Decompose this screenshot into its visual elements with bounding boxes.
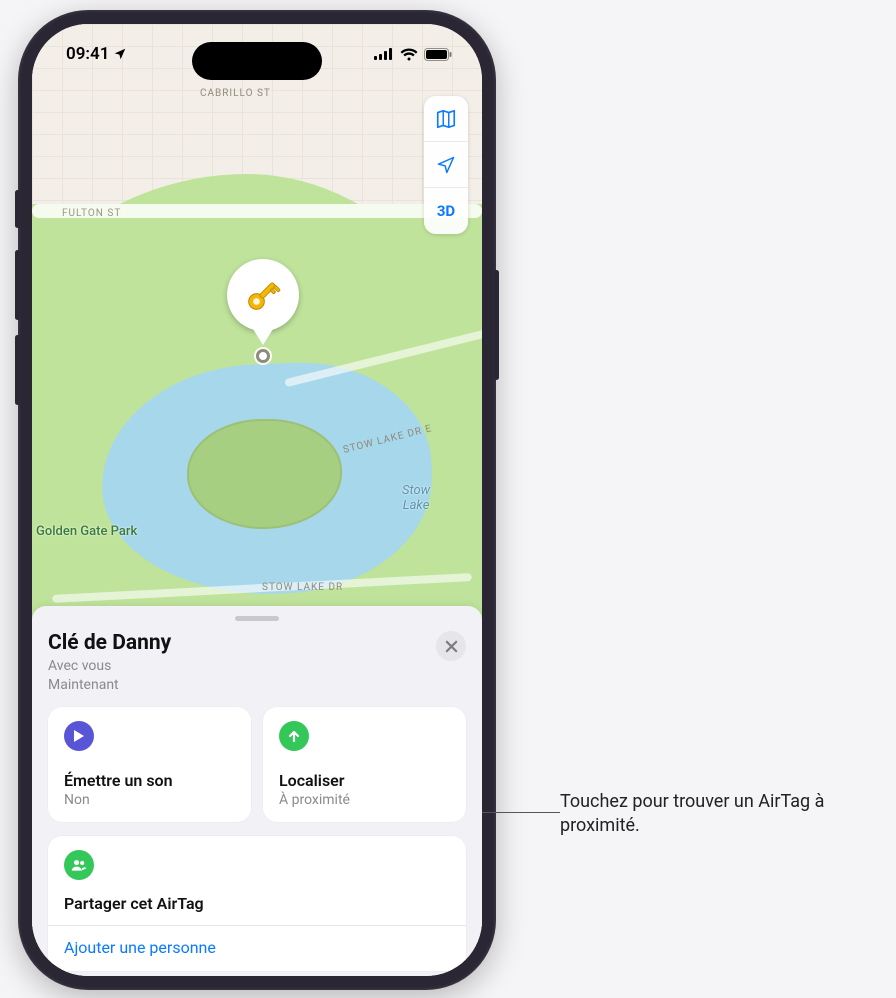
find-icon-wrap [279, 721, 309, 751]
user-location-dot [256, 349, 270, 363]
volume-down-button [15, 335, 20, 405]
location-services-icon [113, 47, 127, 61]
recenter-button[interactable] [424, 142, 468, 188]
battery-icon [424, 48, 452, 61]
status-time: 09:41 [66, 44, 109, 64]
play-sound-card[interactable]: Émettre un son Non [48, 707, 251, 822]
poi-label-golden-gate-park: Golden Gate Park [36, 524, 137, 539]
play-sound-status: Non [64, 792, 235, 808]
screen: 09:41 CABRILLO ST [32, 24, 482, 976]
map-style-button[interactable] [424, 96, 468, 142]
volume-up-button [15, 250, 20, 320]
sheet-grabber[interactable] [235, 616, 279, 621]
callout-text: Touchez pour trouver un AirTag à proximi… [560, 790, 870, 839]
item-detail-sheet[interactable]: Clé de Danny Avec vous Maintenant [32, 606, 482, 976]
add-person-link[interactable]: Ajouter une personne [64, 938, 450, 957]
map-controls: 3D [424, 96, 468, 234]
play-sound-icon [64, 721, 94, 751]
play-icon [72, 729, 86, 743]
street-label-cabrillo: CABRILLO ST [200, 88, 271, 99]
item-status-time: Maintenant [48, 677, 119, 693]
wifi-icon [400, 48, 418, 61]
cellular-icon [374, 48, 394, 60]
street-label-stow-dr: STOW LAKE DR [262, 582, 343, 593]
share-airtag-title: Partager cet AirTag [64, 894, 450, 913]
item-title: Clé de Danny [48, 631, 171, 655]
find-status: À proximité [279, 792, 450, 808]
arrow-up-icon [287, 729, 301, 743]
side-button [494, 270, 499, 380]
close-button[interactable] [436, 631, 466, 661]
poi-label-stow-lake: Stow Lake [402, 484, 430, 514]
find-title: Localiser [279, 771, 450, 790]
location-arrow-icon [436, 155, 456, 175]
iphone-frame: 09:41 CABRILLO ST [18, 10, 496, 990]
item-pin[interactable] [227, 259, 299, 331]
people-icon [71, 858, 87, 872]
close-icon [445, 640, 458, 653]
find-card[interactable]: Localiser À proximité [263, 707, 466, 822]
dynamic-island [192, 42, 322, 80]
key-icon [241, 273, 285, 317]
share-airtag-card[interactable]: Partager cet AirTag Ajouter une personne [48, 836, 466, 971]
silence-switch [15, 190, 20, 228]
street-label-fulton: FULTON ST [62, 208, 121, 219]
lake-island [187, 419, 342, 529]
map-icon [435, 108, 457, 130]
play-sound-title: Émettre un son [64, 771, 235, 790]
map-3d-button[interactable]: 3D [424, 188, 468, 234]
item-status-with-you: Avec vous [48, 658, 111, 674]
share-icon-wrap [64, 850, 94, 880]
